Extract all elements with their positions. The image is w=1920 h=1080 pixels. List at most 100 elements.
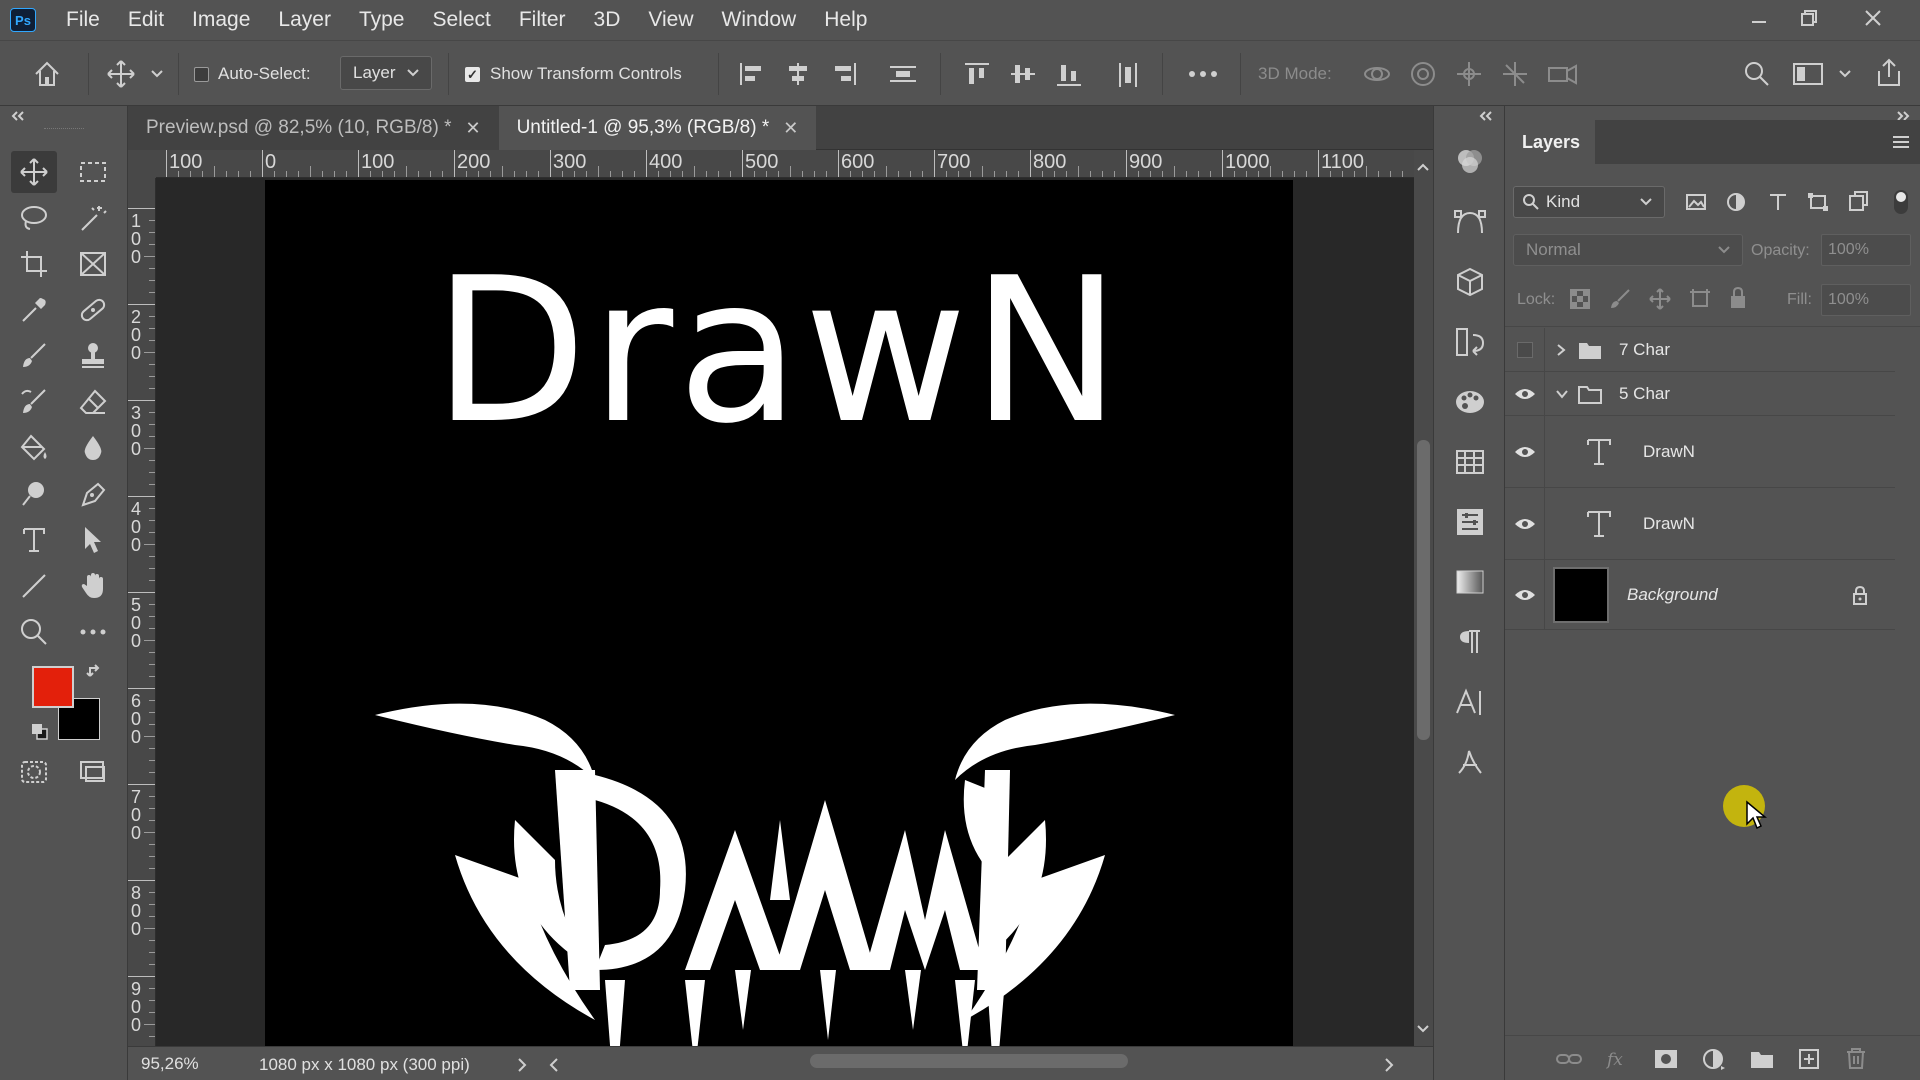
move-tool[interactable] xyxy=(11,151,57,193)
align-top-icon[interactable] xyxy=(963,61,991,87)
menu-image[interactable]: Image xyxy=(178,0,264,40)
scroll-left-icon[interactable] xyxy=(548,1057,560,1073)
eraser-tool[interactable] xyxy=(70,381,116,423)
menu-edit[interactable]: Edit xyxy=(114,0,178,40)
menu-file[interactable]: File xyxy=(52,0,114,40)
visibility-toggle[interactable] xyxy=(1505,488,1545,559)
clone-stamp-tool[interactable] xyxy=(70,335,116,377)
align-vertical-center-icon[interactable] xyxy=(1009,61,1037,87)
3d-camera-icon[interactable] xyxy=(1546,59,1580,89)
blur-tool[interactable] xyxy=(70,427,116,469)
lock-position-icon[interactable] xyxy=(1649,288,1671,310)
layer-row-text-drawn[interactable]: DrawN xyxy=(1505,416,1895,488)
minimize-button[interactable] xyxy=(1734,0,1784,36)
layer-row-background[interactable]: Background xyxy=(1505,560,1895,630)
add-mask-icon[interactable] xyxy=(1653,1048,1679,1070)
delete-layer-icon[interactable] xyxy=(1843,1046,1869,1070)
zoom-level[interactable]: 95,26% xyxy=(141,1054,199,1074)
visibility-toggle[interactable] xyxy=(1505,328,1545,371)
menu-3d[interactable]: 3D xyxy=(580,0,635,40)
color-panel-button[interactable] xyxy=(1434,132,1506,192)
collapse-panel-icon[interactable] xyxy=(1478,110,1494,122)
chevron-down-icon[interactable] xyxy=(1555,388,1569,400)
more-options-icon[interactable] xyxy=(1188,69,1218,79)
3d-panel-button[interactable] xyxy=(1434,252,1506,312)
close-window-button[interactable] xyxy=(1848,0,1898,36)
document-tab[interactable]: Preview.psd @ 82,5% (10, RGB/8) * ✕ xyxy=(128,106,499,150)
layer-row-group-7char[interactable]: 7 Char xyxy=(1505,328,1895,372)
quick-mask-button[interactable] xyxy=(11,751,57,793)
filter-shape-icon[interactable] xyxy=(1807,192,1829,212)
lock-all-icon[interactable] xyxy=(1727,286,1749,310)
layer-filter-dropdown[interactable]: Kind xyxy=(1513,186,1665,218)
menu-type[interactable]: Type xyxy=(345,0,419,40)
menu-view[interactable]: View xyxy=(634,0,707,40)
align-right-icon[interactable] xyxy=(830,61,858,87)
filter-adjustment-icon[interactable] xyxy=(1725,192,1747,212)
actions-panel-button[interactable] xyxy=(1434,372,1506,432)
crop-tool[interactable] xyxy=(11,243,57,285)
lock-artboard-icon[interactable] xyxy=(1689,288,1711,310)
menu-layer[interactable]: Layer xyxy=(264,0,345,40)
line-tool[interactable] xyxy=(11,565,57,607)
swap-colors-icon[interactable] xyxy=(86,662,104,680)
home-icon[interactable] xyxy=(32,59,62,89)
eyedropper-tool[interactable] xyxy=(11,289,57,331)
3d-pan-icon[interactable] xyxy=(1454,59,1484,89)
blend-mode-dropdown[interactable]: Normal xyxy=(1513,234,1743,266)
layer-style-fx-icon[interactable]: fx xyxy=(1605,1048,1631,1070)
3d-slide-icon[interactable] xyxy=(1500,59,1530,89)
screen-mode-button[interactable] xyxy=(70,751,116,793)
lock-icon[interactable] xyxy=(1851,585,1869,605)
hand-tool[interactable] xyxy=(70,565,116,607)
pen-tool[interactable] xyxy=(70,473,116,515)
edit-toolbar[interactable] xyxy=(70,611,116,653)
search-icon[interactable] xyxy=(1742,59,1772,89)
workspace-icon[interactable] xyxy=(1792,61,1824,87)
tab-layers[interactable]: Layers xyxy=(1505,120,1595,164)
filter-toggle[interactable] xyxy=(1894,190,1908,214)
panel-menu-icon[interactable] xyxy=(1891,134,1911,150)
menu-help[interactable]: Help xyxy=(810,0,881,40)
show-transform-checkbox[interactable]: ✓ xyxy=(465,67,480,82)
vertical-scroll-thumb[interactable] xyxy=(1417,440,1430,740)
document-tab-active[interactable]: Untitled-1 @ 95,3% (RGB/8) * ✕ xyxy=(498,106,817,150)
gradients-panel-button[interactable] xyxy=(1434,552,1506,612)
magic-wand-tool[interactable] xyxy=(70,197,116,239)
menu-window[interactable]: Window xyxy=(708,0,811,40)
path-selection-tool[interactable] xyxy=(70,519,116,561)
document-canvas[interactable]: DrawN xyxy=(265,180,1293,1046)
chevron-right-icon[interactable] xyxy=(1555,343,1567,357)
dodge-tool[interactable] xyxy=(11,473,57,515)
chevron-down-icon[interactable] xyxy=(150,69,164,79)
filter-pixel-icon[interactable] xyxy=(1685,192,1707,212)
restore-button[interactable] xyxy=(1784,0,1834,36)
frame-tool[interactable] xyxy=(70,243,116,285)
new-layer-icon[interactable] xyxy=(1797,1048,1823,1070)
brush-tool[interactable] xyxy=(11,335,57,377)
fill-field[interactable]: 100% xyxy=(1821,284,1911,316)
auto-select-target-dropdown[interactable]: Layer xyxy=(340,56,432,90)
close-tab-icon[interactable]: ✕ xyxy=(783,118,798,139)
close-tab-icon[interactable]: ✕ xyxy=(465,118,480,139)
align-bottom-icon[interactable] xyxy=(1055,61,1083,87)
chevron-right-icon[interactable] xyxy=(516,1057,528,1073)
paragraph-panel-button[interactable] xyxy=(1434,612,1506,672)
scroll-right-icon[interactable] xyxy=(1383,1057,1395,1073)
marquee-tool[interactable] xyxy=(70,151,116,193)
move-tool-icon[interactable] xyxy=(106,59,136,89)
paths-panel-button[interactable] xyxy=(1434,192,1506,252)
menu-select[interactable]: Select xyxy=(418,0,504,40)
distribute-horizontal-icon[interactable] xyxy=(888,61,918,87)
swatches-panel-button[interactable] xyxy=(1434,432,1506,492)
opacity-field[interactable]: 100% xyxy=(1821,234,1911,266)
link-layers-icon[interactable] xyxy=(1555,1048,1583,1070)
share-icon[interactable] xyxy=(1874,57,1904,89)
paint-bucket-tool[interactable] xyxy=(11,427,57,469)
distribute-vertical-icon[interactable] xyxy=(1115,61,1141,89)
collapse-panel-icon[interactable] xyxy=(10,110,26,122)
glyphs-panel-button[interactable] xyxy=(1434,732,1506,792)
healing-brush-tool[interactable] xyxy=(70,289,116,331)
ruler-origin[interactable] xyxy=(128,150,156,178)
history-brush-tool[interactable] xyxy=(11,381,57,423)
